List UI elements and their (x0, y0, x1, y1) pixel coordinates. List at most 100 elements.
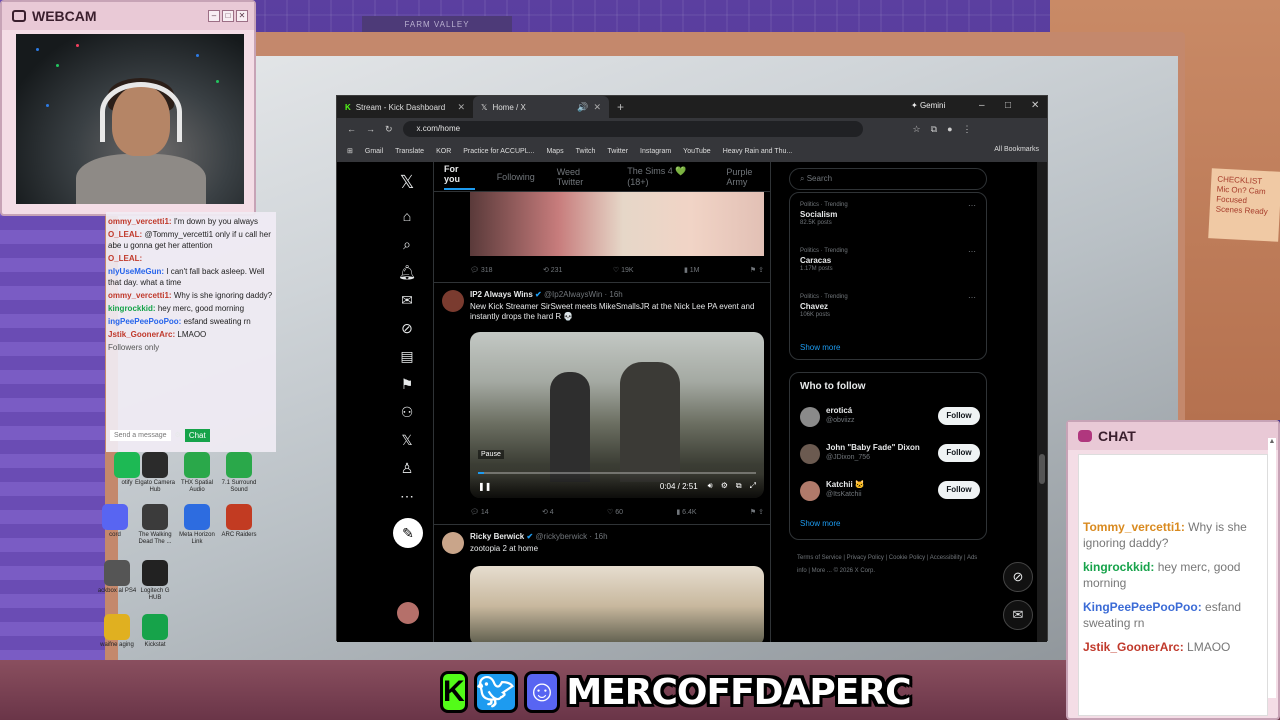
pause-icon[interactable]: ❚❚ (478, 482, 491, 491)
post-image[interactable] (470, 192, 764, 256)
search-input[interactable]: ⌕ Search (789, 168, 987, 190)
post-avatar[interactable] (442, 532, 464, 554)
messages-icon[interactable]: ✉ (1003, 600, 1033, 630)
repost-button[interactable]: ⟲ 231 (543, 266, 563, 274)
desktop-icon[interactable]: Kickstat (134, 614, 176, 649)
trend-more-icon[interactable]: ⋯ (968, 293, 976, 302)
follow-button[interactable]: Follow (938, 407, 980, 425)
star-icon[interactable]: ☆ (913, 124, 921, 135)
forward-icon[interactable]: → (366, 124, 375, 134)
search-icon[interactable]: ⌕ (393, 236, 421, 258)
gemini-button[interactable]: ✦ Gemini (911, 101, 945, 110)
desktop-icon[interactable]: cord (94, 504, 136, 539)
post-image[interactable] (470, 566, 764, 642)
reply-button[interactable]: 💬︎ 14 (470, 508, 489, 516)
bookmark-gmail[interactable]: Gmail (365, 148, 383, 155)
bookmark-twitch[interactable]: Twitch (576, 148, 596, 155)
communities-icon[interactable]: ⚇ (393, 404, 421, 426)
close-tab-icon[interactable]: ✕ (457, 102, 465, 113)
send-message-input[interactable]: Send a message (110, 429, 171, 441)
avatar[interactable] (800, 407, 820, 427)
bookmarks-icon[interactable]: ⚑ (393, 376, 421, 398)
settings-icon[interactable]: ⚙ (175, 431, 181, 439)
back-icon[interactable]: ← (347, 124, 356, 134)
notifications-icon[interactable]: 🔔︎ (393, 264, 421, 286)
url-field[interactable]: x.com/home (402, 121, 863, 137)
avatar[interactable] (800, 444, 820, 464)
pip-icon[interactable]: ⧉ (736, 481, 742, 491)
post-video[interactable]: Pause ❚❚ 0:04 / 2:51 🔊︎ ⚙ ⧉ ⤢ (470, 332, 764, 498)
grok-icon[interactable]: ⊘ (1003, 562, 1033, 592)
tab-following[interactable]: Following (497, 172, 535, 182)
bookmark-heavy-rain[interactable]: Heavy Rain and Thu... (723, 148, 793, 155)
like-button[interactable]: ♡ 19K (613, 266, 634, 274)
apps-icon[interactable]: ⊞ (347, 147, 353, 155)
bookmark-translate[interactable]: Translate (395, 148, 424, 155)
like-button[interactable]: ♡ 60 (607, 508, 623, 516)
desktop-icon[interactable]: ARC Raiders (218, 504, 260, 539)
minimize-icon[interactable]: – (979, 100, 985, 111)
grok-icon[interactable]: ⊘ (393, 320, 421, 342)
chat-send-button[interactable]: Chat (184, 428, 210, 442)
desktop-icon[interactable]: The Walking Dead The ... (134, 504, 176, 546)
reply-button[interactable]: 💬︎ 318 (470, 266, 493, 274)
desktop-icon[interactable]: Logitech G HUB (134, 560, 176, 602)
desktop-icon[interactable]: Meta Horizon Link (176, 504, 218, 546)
post-author[interactable]: Ricky Berwick ✔ @rickyberwick · 16h (470, 532, 608, 541)
bookmark-accuplacer[interactable]: Practice for ACCUPL... (463, 148, 534, 155)
home-icon[interactable]: ⌂ (393, 208, 421, 230)
new-tab-button[interactable]: + (609, 100, 632, 114)
desktop-icon[interactable]: ackbox al PS4 (96, 560, 138, 595)
scrollbar[interactable] (1037, 162, 1047, 642)
show-more-link[interactable]: Show more (800, 519, 840, 528)
fullscreen-icon[interactable]: ⤢ (750, 481, 756, 491)
desktop-icon[interactable]: waifne aging (96, 614, 138, 649)
messages-icon[interactable]: ✉ (393, 292, 421, 314)
x-footer[interactable]: Terms of Service | Privacy Policy | Cook… (797, 552, 987, 578)
bookmark-twitter[interactable]: Twitter (607, 148, 628, 155)
desktop-icon[interactable]: 7.1 Surround Sound (218, 452, 260, 494)
speaker-icon[interactable]: 🔊 (577, 102, 588, 113)
follow-suggestion[interactable]: eroticá @obviizz Follow (800, 405, 980, 433)
menu-icon[interactable]: ⋮ (963, 124, 972, 135)
desktop-icon[interactable]: Elgato Camera Hub (134, 452, 176, 494)
show-more-link[interactable]: Show more (800, 343, 840, 352)
follow-button[interactable]: Follow (938, 481, 980, 499)
settings-icon[interactable]: ⚙ (721, 481, 728, 491)
volume-icon[interactable]: 🔊︎ (708, 481, 713, 491)
bookmark-share[interactable]: ⚑ ⇪ (750, 508, 764, 516)
tab-purple-army[interactable]: Purple Army (726, 167, 770, 187)
follow-button[interactable]: Follow (938, 444, 980, 462)
x-logo-icon[interactable]: 𝕏 (393, 172, 421, 194)
close-tab-icon[interactable]: ✕ (593, 102, 601, 113)
trend-item[interactable]: Politics · Trending Chavez 106K posts (800, 293, 848, 320)
all-bookmarks[interactable]: All Bookmarks (994, 146, 1039, 153)
maximize-icon[interactable]: □ (1005, 100, 1011, 111)
views-button[interactable]: ▮ 6.4K (676, 508, 696, 516)
tab-weed-twitter[interactable]: Weed Twitter (557, 167, 606, 187)
more-icon[interactable]: ⋯ (393, 488, 421, 510)
views-button[interactable]: ▮ 1M (684, 266, 700, 274)
post-button[interactable]: ✎ (393, 518, 423, 548)
scrollbar-thumb[interactable] (1039, 454, 1045, 484)
tab-kick-dashboard[interactable]: K Stream - Kick Dashboard ✕ (337, 96, 473, 118)
close-window-icon[interactable]: ✕ (1031, 100, 1039, 111)
account-avatar[interactable] (397, 602, 419, 624)
tab-sims[interactable]: The Sims 4 💚 (18+) (627, 166, 704, 187)
trend-more-icon[interactable]: ⋯ (968, 247, 976, 256)
follow-suggestion[interactable]: John "Baby Fade" Dixon @JDixon_756 Follo… (800, 442, 980, 470)
trend-item[interactable]: Politics · Trending Socialism 82.5K posts (800, 201, 848, 228)
bookmark-youtube[interactable]: YouTube (683, 148, 711, 155)
bookmark-kor[interactable]: KOR (436, 148, 451, 155)
avatar[interactable] (800, 481, 820, 501)
tab-for-you[interactable]: For you (444, 164, 475, 190)
desktop-icon[interactable]: THX Spatial Audio (176, 452, 218, 494)
bookmark-share[interactable]: ⚑ ⇪ (750, 266, 764, 274)
extensions-icon[interactable]: ⧉ (931, 124, 937, 135)
trend-item[interactable]: Politics · Trending Caracas 1.17M posts (800, 247, 848, 274)
follow-suggestion[interactable]: Katchii 🐱 @ItsKatchii Follow (800, 479, 980, 507)
profile-icon[interactable]: ● (947, 124, 952, 134)
bookmark-maps[interactable]: Maps (546, 148, 563, 155)
profile-icon[interactable]: ♙ (393, 460, 421, 482)
lists-icon[interactable]: ▤ (393, 348, 421, 370)
